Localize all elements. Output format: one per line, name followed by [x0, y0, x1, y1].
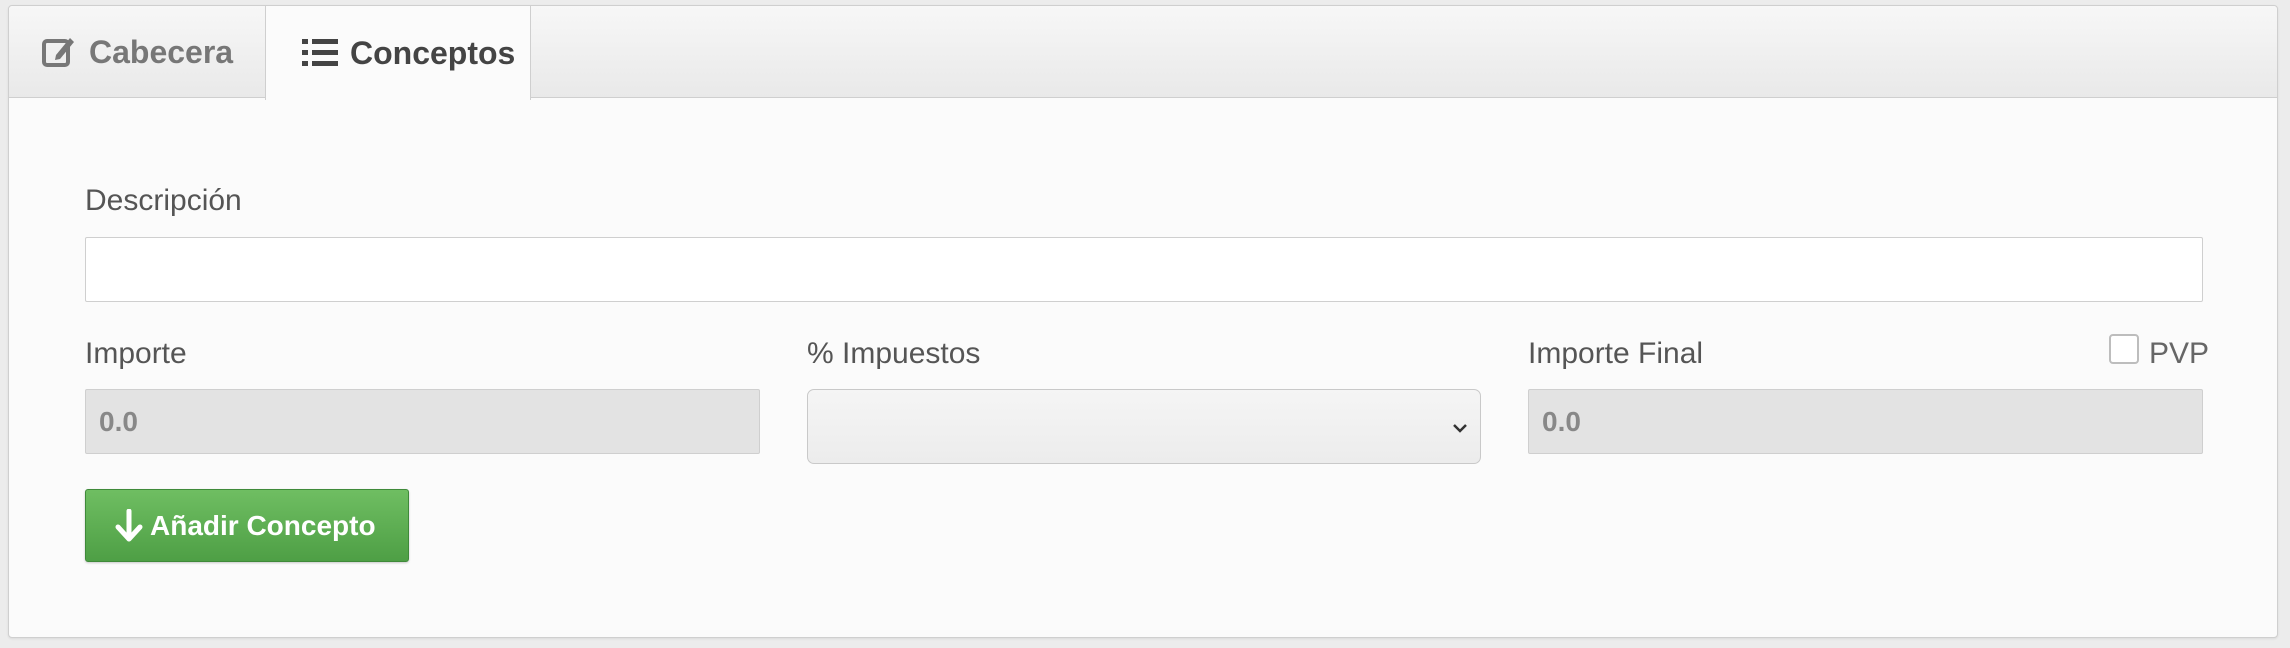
impuestos-label: % Impuestos — [807, 337, 981, 370]
descripcion-label: Descripción — [85, 184, 242, 217]
tab-conceptos-label: Conceptos — [350, 34, 516, 71]
descripcion-input[interactable] — [85, 237, 2203, 302]
importe-field: 0.0 — [85, 389, 760, 454]
add-concept-button[interactable]: Añadir Concepto — [85, 489, 409, 562]
tab-cabecera[interactable]: Cabecera — [9, 6, 265, 98]
arrow-down-icon — [114, 508, 144, 543]
add-concept-label: Añadir Concepto — [150, 509, 376, 541]
tab-bar: Cabecera Conceptos — [9, 6, 2277, 100]
importe-final-label: Importe Final — [1528, 337, 1704, 370]
pvp-checkbox[interactable] — [2109, 334, 2139, 364]
importe-final-value: 0.0 — [1542, 405, 1581, 437]
concepts-panel: Cabecera Conceptos Descripción Importe 0… — [8, 5, 2278, 638]
impuestos-select[interactable] — [807, 389, 1481, 464]
importe-final-field: 0.0 — [1528, 389, 2203, 454]
pvp-label: PVP — [2149, 337, 2210, 370]
tab-conceptos[interactable]: Conceptos — [265, 6, 531, 100]
importe-value: 0.0 — [99, 405, 138, 437]
edit-icon — [39, 32, 79, 72]
list-icon — [300, 33, 340, 73]
tab-cabecera-label: Cabecera — [89, 33, 234, 70]
chevron-down-icon — [1450, 418, 1470, 438]
importe-label: Importe — [85, 337, 187, 370]
